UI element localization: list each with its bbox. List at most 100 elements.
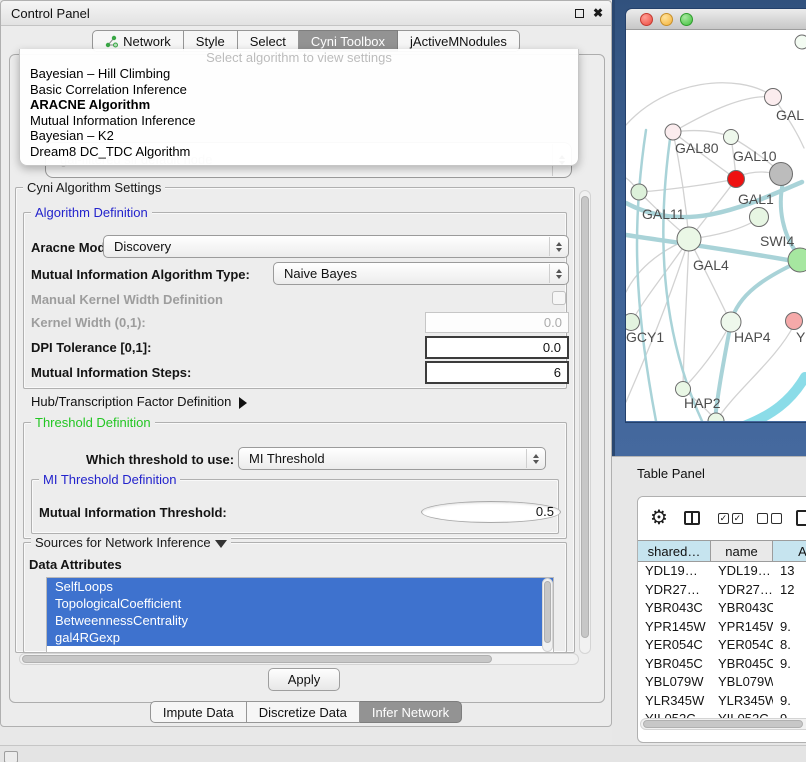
table-cell[interactable]: 13 <box>773 562 806 581</box>
apply-button[interactable]: Apply <box>268 668 340 691</box>
table-cell[interactable]: YDR27… <box>711 581 773 600</box>
table-row[interactable]: YBR045CYBR045C9. <box>638 655 806 674</box>
table-row[interactable]: YPR145WYPR145W9. <box>638 618 806 637</box>
column-header-a[interactable]: A <box>773 540 806 562</box>
close-icon[interactable]: ✖ <box>593 7 603 19</box>
algorithm-option-mutual-information-inference[interactable]: Mutual Information Inference <box>20 113 578 129</box>
sources-group-title[interactable]: Sources for Network Inference <box>31 535 231 550</box>
table-cell[interactable] <box>773 599 806 618</box>
bottom-tab-infer-network[interactable]: Infer Network <box>360 701 462 723</box>
table-cell[interactable] <box>773 673 806 692</box>
mi-threshold-field[interactable]: 0.5 <box>421 501 561 523</box>
node-gcy1[interactable] <box>626 314 640 331</box>
table-cell[interactable]: YBR043C <box>711 599 773 618</box>
algorithm-option-basic-correlation-inference[interactable]: Basic Correlation Inference <box>20 82 578 98</box>
manual-kernel-width-checkbox[interactable] <box>552 291 566 305</box>
which-threshold-combo[interactable]: MI Threshold <box>238 447 546 470</box>
node-green-right-partial[interactable] <box>788 248 806 272</box>
table-cell[interactable]: YBR045C <box>711 655 773 674</box>
table-cell[interactable]: 8. <box>773 636 806 655</box>
attribute-item-topologicalcoefficient[interactable]: TopologicalCoefficient <box>47 595 553 612</box>
table-cell[interactable]: YDR27… <box>638 581 711 600</box>
column-header-shared[interactable]: shared… <box>638 540 711 562</box>
dpi-tolerance-field[interactable]: 0.0 <box>425 336 569 359</box>
table-row[interactable]: YLR345WYLR345W9. <box>638 692 806 711</box>
node-swi4[interactable] <box>750 208 769 227</box>
table-cell[interactable]: YIL052C <box>711 710 773 718</box>
table-cell[interactable]: YBL079W <box>638 673 711 692</box>
node-top-partial[interactable] <box>795 35 806 49</box>
zoom-traffic-light-icon[interactable] <box>680 13 693 26</box>
table-row[interactable]: YDL19…YDL19…13 <box>638 562 806 581</box>
table-cell[interactable]: YBR045C <box>638 655 711 674</box>
node-gal4[interactable] <box>677 227 701 251</box>
new-table-icon[interactable] <box>796 510 806 526</box>
table-row[interactable]: YBL079WYBL079W <box>638 673 806 692</box>
network-canvas[interactable]: GALGAL80GAL10GAL1GAL11SWI4GAL4GCY1HAP4YH… <box>626 30 806 421</box>
split-columns-icon[interactable] <box>684 511 700 525</box>
table-cell[interactable]: YIL052C <box>638 710 711 718</box>
attributes-list-scrollbar[interactable] <box>542 578 553 652</box>
table-cell[interactable]: YPR145W <box>711 618 773 637</box>
deselect-all-columns-icon[interactable] <box>757 513 782 524</box>
attribute-item-gal4rgexp[interactable]: gal4RGexp <box>47 629 553 646</box>
table-row[interactable]: YIL052CYIL052C9. <box>638 710 806 718</box>
table-cell[interactable]: YPR145W <box>638 618 711 637</box>
hub-factor-definition-toggle[interactable]: Hub/Transcription Factor Definition <box>31 394 247 409</box>
algorithm-option-dream8-dc-tdc-algorithm[interactable]: Dream8 DC_TDC Algorithm <box>20 144 578 160</box>
screen: Control Panel ✖ NetworkStyleSelectCyni T… <box>0 0 806 762</box>
table-cell[interactable]: YER054C <box>711 636 773 655</box>
select-all-columns-icon[interactable]: ✓✓ <box>718 513 743 524</box>
attribute-item-selfloops[interactable]: SelfLoops <box>47 578 553 595</box>
algorithm-option-aracne-algorithm[interactable]: ARACNE Algorithm <box>20 97 578 113</box>
gear-icon[interactable]: ⚙ <box>650 508 668 528</box>
node-unlabeled-gray[interactable] <box>770 163 793 186</box>
table-cell[interactable]: 9. <box>773 618 806 637</box>
mini-panel-icon[interactable] <box>4 751 18 762</box>
minimize-traffic-light-icon[interactable] <box>660 13 673 26</box>
node-gal80[interactable] <box>665 124 681 140</box>
which-threshold-value: MI Threshold <box>249 451 325 466</box>
node-hap2-label: HAP2 <box>684 395 721 411</box>
table-horizontal-scrollbar[interactable] <box>640 718 806 730</box>
column-header-name[interactable]: name <box>711 540 773 562</box>
table-row[interactable]: YBR043CYBR043C <box>638 599 806 618</box>
control-panel-window: Control Panel ✖ NetworkStyleSelectCyni T… <box>0 0 612 727</box>
table-cell[interactable]: YER054C <box>638 636 711 655</box>
table-cell[interactable]: YDL19… <box>638 562 711 581</box>
tab-network-label: Network <box>123 34 171 49</box>
table-cell[interactable]: 9. <box>773 692 806 711</box>
node-gal1[interactable] <box>728 171 745 188</box>
node-gal11[interactable] <box>631 184 647 200</box>
attribute-item-betweennesscentrality[interactable]: BetweennessCentrality <box>47 612 553 629</box>
table-cell[interactable]: 9. <box>773 710 806 718</box>
bottom-tab-discretize-data[interactable]: Discretize Data <box>247 701 360 723</box>
network-window-titlebar[interactable] <box>626 9 806 30</box>
node-gal-partial[interactable] <box>765 89 782 106</box>
settings-vertical-scrollbar[interactable] <box>579 190 591 654</box>
data-attributes-label: Data Attributes <box>29 557 122 572</box>
close-traffic-light-icon[interactable] <box>640 13 653 26</box>
kernel-width-field[interactable]: 0.0 <box>425 312 569 333</box>
table-cell[interactable]: YLR345W <box>638 692 711 711</box>
table-cell[interactable]: YBR043C <box>638 599 711 618</box>
mi-steps-field[interactable]: 6 <box>425 361 569 384</box>
float-window-icon[interactable] <box>575 9 584 18</box>
network-icon <box>105 35 118 48</box>
table-cell[interactable]: YDL19… <box>711 562 773 581</box>
node-gal10[interactable] <box>724 130 739 145</box>
table-row[interactable]: YER054CYER054C8. <box>638 636 806 655</box>
table-cell[interactable]: YLR345W <box>711 692 773 711</box>
mi-algorithm-type-combo[interactable]: Naive Bayes <box>273 262 569 285</box>
table-cell[interactable]: 9. <box>773 655 806 674</box>
algorithm-option-bayesian-k2[interactable]: Bayesian – K2 <box>20 128 578 144</box>
table-cell[interactable]: YBL079W <box>711 673 773 692</box>
table-cell[interactable]: 12 <box>773 581 806 600</box>
node-salmon-partial[interactable] <box>786 313 803 330</box>
bottom-tab-impute-data[interactable]: Impute Data <box>150 701 247 723</box>
aracne-mode-combo[interactable]: Discovery <box>103 235 569 258</box>
network-edge <box>744 377 805 421</box>
algorithm-option-bayesian-hill-climbing[interactable]: Bayesian – Hill Climbing <box>20 66 578 82</box>
settings-horizontal-scrollbar[interactable] <box>19 653 579 665</box>
table-row[interactable]: YDR27…YDR27…12 <box>638 581 806 600</box>
